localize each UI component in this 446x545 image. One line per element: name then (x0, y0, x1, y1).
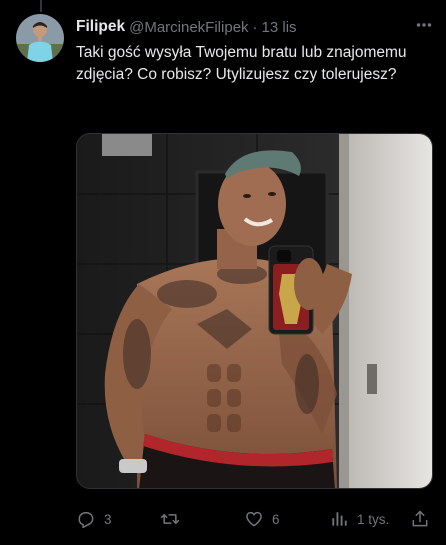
more-horizontal-icon (416, 23, 432, 27)
tweet-text: Taki gość wysyła Twojemu bratu lub znajo… (76, 44, 407, 83)
retweet-icon (160, 514, 180, 524)
thread-line (40, 0, 42, 12)
views-button[interactable]: 1 tys. (329, 509, 389, 529)
views-count: 1 tys. (357, 511, 390, 527)
separator-dot: · (252, 18, 258, 36)
tweet-media[interactable] (76, 133, 433, 489)
reply-icon (78, 512, 94, 529)
analytics-icon (332, 512, 347, 526)
tweet-actions: 3 6 1 tys. (76, 505, 432, 533)
author-handle[interactable]: @MarcinekFilipek (129, 19, 248, 36)
share-icon (412, 510, 428, 527)
share-button[interactable] (410, 509, 430, 529)
reply-button[interactable]: 3 (76, 509, 112, 529)
tweet-header: Filipek @MarcinekFilipek · 13 lis (76, 16, 434, 38)
author-display-name[interactable]: Filipek (76, 18, 125, 36)
avatar-photo-icon (16, 14, 64, 62)
tweet-photo (77, 134, 432, 488)
heart-icon (246, 511, 262, 527)
like-count: 6 (272, 511, 280, 527)
retweet-button[interactable] (160, 509, 188, 529)
avatar[interactable] (16, 14, 64, 62)
tweet-timestamp[interactable]: 13 lis (262, 19, 297, 36)
reply-count: 3 (104, 511, 112, 527)
tweet[interactable]: Filipek @MarcinekFilipek · 13 lis Taki g… (0, 0, 446, 545)
like-button[interactable]: 6 (244, 509, 280, 529)
more-options-button[interactable] (412, 13, 436, 37)
